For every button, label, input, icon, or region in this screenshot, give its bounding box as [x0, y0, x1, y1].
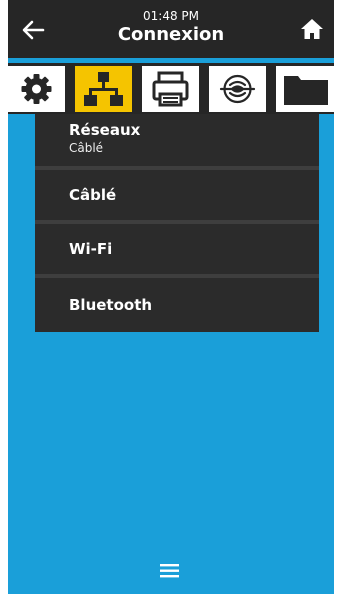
menu-item-wifi[interactable]: Wi-Fi	[35, 224, 319, 274]
tab-rfid[interactable]	[209, 66, 266, 112]
tab-print[interactable]	[142, 66, 199, 112]
home-button[interactable]	[296, 13, 328, 45]
page-title: Connexion	[117, 24, 225, 45]
menu-heading-label: Réseaux	[69, 121, 141, 139]
screen: 01:48 PM Connexion Réseaux Câblé Câblé W…	[8, 0, 334, 594]
printer-icon	[152, 71, 189, 107]
tab-settings[interactable]	[8, 66, 65, 112]
menu-item-label: Câblé	[69, 186, 117, 204]
menu-heading-sublabel: Câblé	[69, 141, 104, 155]
header-bar: 01:48 PM Connexion	[8, 0, 334, 58]
clock: 01:48 PM	[143, 9, 199, 23]
tab-bar	[8, 63, 334, 114]
tab-storage[interactable]	[276, 66, 334, 112]
home-icon	[301, 19, 323, 39]
gear-icon	[21, 74, 52, 104]
rfid-icon	[219, 74, 256, 104]
menu-item-label: Wi-Fi	[69, 240, 113, 258]
tab-connection[interactable]	[75, 66, 132, 112]
menu-heading-networks[interactable]: Réseaux Câblé	[35, 114, 319, 166]
menu-item-wired[interactable]: Câblé	[35, 170, 319, 220]
folder-icon	[284, 76, 328, 105]
menu-item-label: Bluetooth	[69, 296, 153, 314]
menu-button[interactable]	[148, 561, 192, 581]
network-menu: Réseaux Câblé Câblé Wi-Fi Bluetooth	[35, 114, 319, 332]
network-icon	[84, 72, 123, 106]
hamburger-icon	[160, 564, 179, 578]
menu-item-bluetooth[interactable]: Bluetooth	[35, 278, 319, 332]
